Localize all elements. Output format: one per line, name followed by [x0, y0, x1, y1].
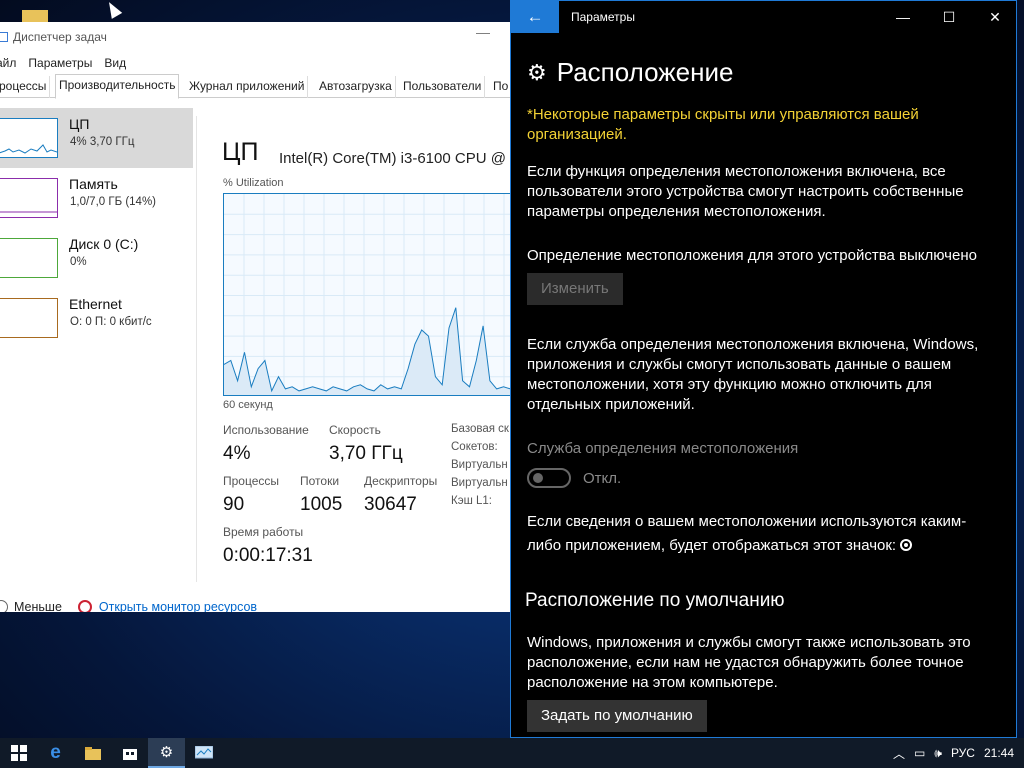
cpu-model: Intel(R) Core(TM) i3-6100 CPU @ [279, 150, 506, 167]
taskbar: e ⚙ ︿ ▭ 🕪 РУС 21:44 [0, 738, 1024, 768]
menu-options[interactable]: Параметры [28, 56, 92, 70]
cpu-graph-area [224, 307, 511, 395]
location-in-use-icon [900, 539, 913, 551]
sidebar-ethernet-name: Ethernet [69, 296, 122, 312]
tab-startup[interactable]: Автозагрузка [316, 76, 396, 98]
managed-warning: *Некоторые параметры скрыты или управляю… [527, 106, 919, 143]
performance-sidebar: ЦП 4% 3,70 ГГц Память 1,0/7,0 ГБ (14%) Д… [0, 108, 193, 348]
back-button[interactable]: ← [511, 1, 559, 33]
resource-monitor-icon [77, 600, 92, 612]
settings-taskbar-icon[interactable]: ⚙ [148, 738, 185, 768]
usage-value: 4% [223, 443, 251, 464]
threads-value: 1005 [300, 494, 343, 515]
tab-app-history[interactable]: Журнал приложений [186, 76, 309, 98]
sidebar-divider [196, 116, 197, 582]
fewer-details-button[interactable]: Меньше [14, 600, 62, 612]
processes-label: Процессы [223, 474, 280, 488]
set-default-button[interactable]: Задать по умолчанию [527, 700, 707, 732]
default-location-heading: Расположение по умолчанию [525, 590, 785, 611]
start-button[interactable] [0, 738, 37, 768]
cpu-utilization-graph [223, 193, 511, 396]
processes-value: 90 [223, 494, 245, 515]
device-location-status: Определение местоположения для этого уст… [527, 247, 977, 264]
sidebar-item-memory[interactable]: Память 1,0/7,0 ГБ (14%) [0, 168, 193, 228]
sidebar-cpu-name: ЦП [69, 116, 90, 132]
memory-thumbnail [0, 178, 58, 218]
sidebar-memory-name: Память [69, 176, 118, 192]
handles-label: Дескрипторы [364, 474, 438, 488]
sidebar-item-cpu[interactable]: ЦП 4% 3,70 ГГц [0, 108, 193, 168]
tab-users[interactable]: Пользователи [400, 76, 486, 98]
task-manager-title: Диспетчер задач [13, 30, 107, 44]
volume-icon[interactable]: 🕪 [934, 746, 942, 761]
edge-icon[interactable]: e [37, 738, 74, 768]
task-manager-icon [0, 32, 8, 42]
description-icon: Если сведения о вашем местоположении исп… [527, 510, 977, 558]
tab-bar: роцессы Производительность Журнал прилож… [0, 74, 511, 99]
system-tray: ︿ ▭ 🕪 РУС 21:44 [893, 738, 1024, 768]
tab-processes[interactable]: роцессы [0, 76, 51, 98]
page-title-text: Расположение [556, 57, 734, 87]
task-manager-footer: Меньше Открыть монитор ресурсов [0, 600, 257, 612]
open-resource-monitor-link[interactable]: Открыть монитор ресурсов [99, 600, 257, 612]
description-default: Windows, приложения и службы смогут такж… [527, 634, 971, 691]
tab-details[interactable]: По [490, 76, 511, 98]
sidebar-item-disk[interactable]: Диск 0 (C:) 0% [0, 228, 193, 288]
menu-file[interactable]: айл [0, 56, 16, 70]
cpu-thumbnail [0, 118, 58, 158]
description-device: Если функция определения местоположения … [527, 163, 964, 220]
gear-icon: ⚙ [527, 59, 547, 85]
menu-view[interactable]: Вид [104, 56, 126, 70]
virtual-label-2: Виртуальн [451, 477, 508, 489]
sidebar-ethernet-value: О: 0 П: 0 кбит/с [70, 316, 152, 328]
location-service-label: Служба определения местоположения [527, 440, 799, 457]
sidebar-disk-name: Диск 0 (C:) [69, 236, 139, 252]
task-manager-window: Диспетчер задач — айл Параметры Вид роце… [0, 22, 512, 612]
change-button[interactable]: Изменить [527, 273, 623, 305]
minimize-button[interactable]: — [476, 24, 490, 40]
seconds-label: 60 секунд [223, 399, 273, 411]
page-title: ⚙ Расположение [527, 57, 733, 88]
cpu-heading: ЦП [222, 138, 259, 166]
collapse-icon[interactable] [0, 600, 8, 612]
speed-value: 3,70 ГГц [329, 443, 403, 464]
sidebar-disk-value: 0% [70, 256, 87, 268]
settings-close-button[interactable]: ✕ [972, 1, 1016, 33]
tab-performance[interactable]: Производительность [55, 74, 180, 99]
threads-label: Потоки [300, 474, 340, 488]
sockets-label: Сокетов: [451, 441, 498, 453]
settings-window: ← Параметры — ☐ ✕ ⚙ Расположение *Некото… [510, 0, 1017, 738]
network-icon[interactable]: ▭ [914, 746, 925, 760]
sidebar-item-ethernet[interactable]: Ethernet О: 0 П: 0 кбит/с [0, 288, 193, 348]
l1-cache-label: Кэш L1: [451, 495, 492, 507]
task-manager-titlebar: Диспетчер задач [0, 22, 511, 52]
task-manager-taskbar-icon[interactable] [185, 738, 222, 768]
file-explorer-icon[interactable] [74, 738, 111, 768]
disk-thumbnail [0, 238, 58, 278]
base-speed-label: Базовая ск [451, 423, 509, 435]
settings-maximize-button[interactable]: ☐ [926, 1, 972, 33]
speed-label: Скорость [329, 423, 381, 437]
description-service: Если служба определения местоположения в… [527, 336, 979, 413]
store-icon[interactable] [111, 738, 148, 768]
settings-app-title: Параметры [571, 10, 635, 24]
virtual-label-1: Виртуальн [451, 459, 508, 471]
uptime-label: Время работы [223, 525, 304, 539]
language-indicator[interactable]: РУС [951, 746, 975, 760]
chevron-up-icon[interactable]: ︿ [893, 745, 905, 762]
sidebar-cpu-value: 4% 3,70 ГГц [70, 136, 135, 148]
uptime-value: 0:00:17:31 [223, 545, 313, 566]
sidebar-memory-value: 1,0/7,0 ГБ (14%) [70, 196, 157, 208]
handles-value: 30647 [364, 494, 417, 515]
ethernet-thumbnail [0, 298, 58, 338]
location-service-toggle[interactable] [527, 468, 571, 488]
utilization-label: % Utilization [223, 177, 284, 189]
clock[interactable]: 21:44 [984, 746, 1014, 760]
usage-label: Использование [223, 423, 309, 437]
toggle-state-label: Откл. [583, 470, 622, 487]
menu-bar: айл Параметры Вид [0, 52, 511, 74]
settings-minimize-button[interactable]: — [880, 1, 926, 33]
